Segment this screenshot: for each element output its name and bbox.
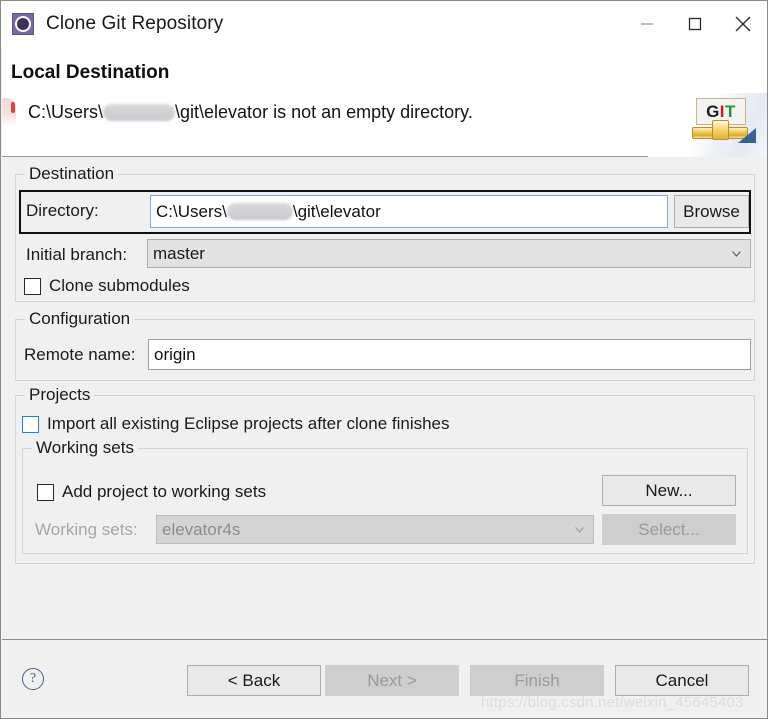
- cancel-button[interactable]: Cancel: [615, 665, 749, 696]
- git-logo-valve: [712, 120, 729, 140]
- directory-input[interactable]: C:\Users\ \git\elevator: [150, 195, 668, 228]
- working-sets-label: Working sets:: [35, 520, 138, 539]
- configuration-group-legend: Configuration: [25, 309, 135, 329]
- wizard-header: Local Destination C:\Users\ \git\elevator…: [2, 47, 767, 165]
- git-logo-letter-t: T: [725, 101, 736, 121]
- chevron-down-icon: [732, 250, 741, 257]
- status-message: C:\Users\ \git\elevator is not an empty d…: [28, 102, 473, 123]
- git-logo-triangle: [738, 128, 756, 143]
- remote-name-input[interactable]: origin: [148, 339, 751, 370]
- chevron-down-icon-working-sets: [575, 526, 584, 533]
- add-to-working-sets-row[interactable]: Add project to working sets: [37, 482, 266, 502]
- working-sets-group-legend: Working sets: [32, 438, 138, 458]
- initial-branch-label: Initial branch:: [26, 245, 128, 264]
- close-button[interactable]: [719, 1, 767, 47]
- next-button: Next >: [325, 665, 459, 696]
- working-sets-value: elevator4s: [162, 519, 241, 539]
- error-icon: [2, 97, 28, 127]
- git-logo-letter-g: G: [706, 101, 720, 121]
- import-projects-checkbox[interactable]: [22, 415, 39, 433]
- browse-button[interactable]: Browse: [674, 195, 749, 228]
- status-message-prefix: C:\Users\: [28, 101, 104, 122]
- git-brand-graphic: GIT: [648, 93, 767, 165]
- destination-group-legend: Destination: [25, 164, 119, 184]
- minimize-button[interactable]: [623, 1, 671, 47]
- initial-branch-value: master: [153, 243, 205, 263]
- remote-name-label: Remote name:: [24, 345, 136, 364]
- clone-submodules-checkbox[interactable]: [24, 277, 41, 295]
- projects-group-legend: Projects: [25, 385, 95, 405]
- help-icon[interactable]: ?: [22, 668, 44, 690]
- status-message-suffix: \git\elevator is not an empty directory.: [175, 101, 473, 122]
- window-controls: [623, 1, 767, 47]
- directory-value-prefix: C:\Users\: [156, 201, 227, 221]
- new-working-set-button[interactable]: New...: [602, 475, 736, 506]
- title-bar: Clone Git Repository: [1, 1, 767, 47]
- working-sets-combo: elevator4s: [156, 515, 594, 544]
- finish-button: Finish: [470, 665, 604, 696]
- initial-branch-combo[interactable]: master: [147, 239, 751, 268]
- wizard-body: Destination Directory: C:\Users\ \git\ele…: [2, 157, 767, 639]
- git-wizard-icon: [12, 13, 34, 35]
- select-working-set-button: Select...: [602, 514, 736, 545]
- status-message-row: C:\Users\ \git\elevator is not an empty d…: [2, 97, 473, 127]
- directory-label: Directory:: [26, 201, 99, 220]
- back-button[interactable]: < Back: [187, 665, 321, 696]
- clone-git-repository-dialog: Clone Git Repository Local Destination C…: [0, 0, 768, 719]
- import-projects-label: Import all existing Eclipse projects aft…: [47, 414, 450, 433]
- window-title: Clone Git Repository: [46, 13, 224, 34]
- clone-submodules-row[interactable]: Clone submodules: [24, 276, 190, 296]
- page-title: Local Destination: [11, 62, 170, 83]
- add-to-working-sets-checkbox[interactable]: [37, 483, 54, 501]
- import-projects-row[interactable]: Import all existing Eclipse projects aft…: [22, 414, 450, 434]
- maximize-button[interactable]: [671, 1, 719, 47]
- directory-value-suffix: \git\elevator: [292, 201, 381, 221]
- redacted-username: [103, 103, 176, 121]
- redacted-username-field: [226, 203, 293, 220]
- add-to-working-sets-label: Add project to working sets: [62, 482, 267, 501]
- clone-submodules-label: Clone submodules: [49, 276, 190, 295]
